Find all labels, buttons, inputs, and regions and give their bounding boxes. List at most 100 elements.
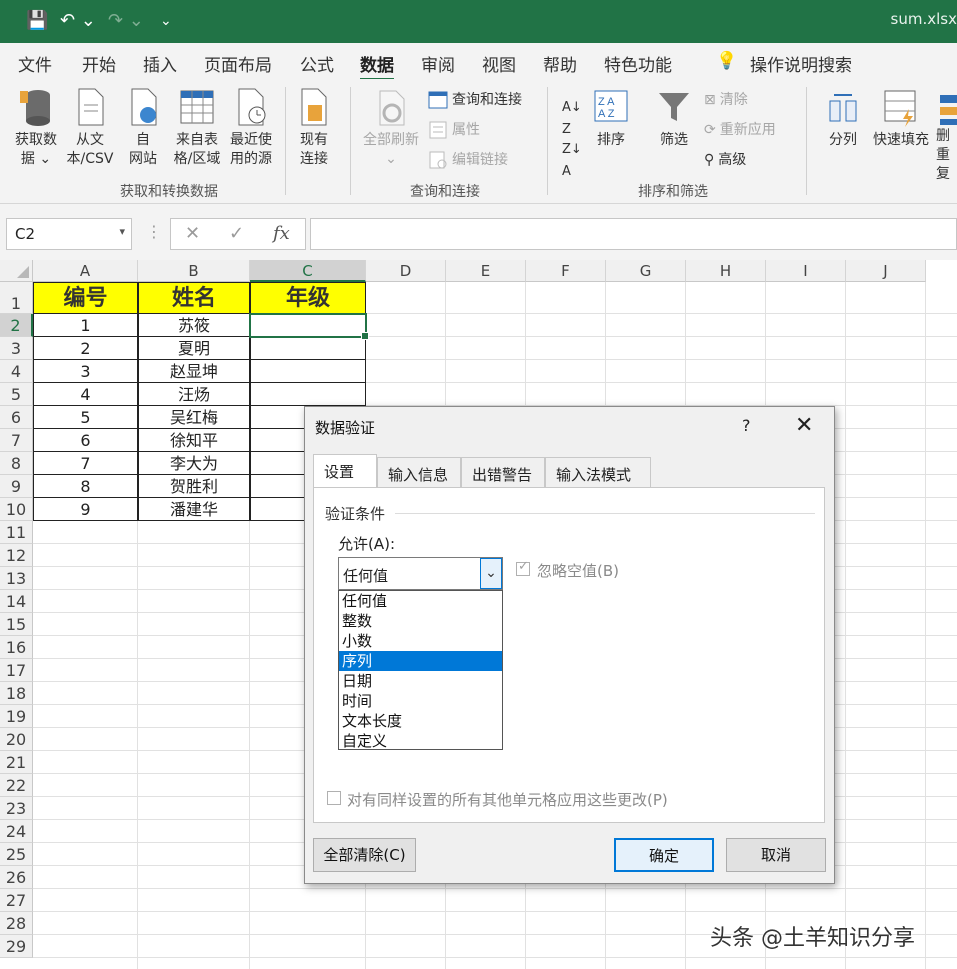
redo-icon[interactable]: ↷ ⌄ [108,10,144,32]
row-header-10[interactable]: 10 [0,498,33,521]
row-header-1[interactable]: 1 [0,282,33,314]
row-header-12[interactable]: 12 [0,544,33,567]
undo-icon[interactable]: ↶ ⌄ [60,10,96,32]
option-any-value[interactable]: 任何值 [339,591,502,611]
flash-fill-button[interactable]: 快速填充 [868,87,934,150]
table-cell[interactable]: 1 [33,314,138,337]
row-header-14[interactable]: 14 [0,590,33,613]
column-header-b[interactable]: B [138,260,250,282]
row-header-4[interactable]: 4 [0,360,33,383]
tell-me-search[interactable]: 操作说明搜索 [750,51,852,76]
from-csv-button[interactable]: 从文 本/CSV [62,87,118,169]
row-header-3[interactable]: 3 [0,337,33,360]
row-header-7[interactable]: 7 [0,429,33,452]
filter-button[interactable]: 筛选 [652,87,696,150]
active-cell-outline[interactable] [249,313,369,340]
row-header-15[interactable]: 15 [0,613,33,636]
recent-sources-button[interactable]: 最近使 用的源 [226,87,276,169]
row-header-9[interactable]: 9 [0,475,33,498]
table-cell[interactable]: 李大为 [138,452,250,475]
row-header-29[interactable]: 29 [0,935,33,958]
header-cell[interactable]: 姓名 [138,282,250,314]
tab-file[interactable]: 文件 [18,51,52,76]
tab-view[interactable]: 视图 [482,51,516,76]
edit-links-button[interactable]: 编辑链接 [428,149,508,171]
table-cell[interactable]: 4 [33,383,138,406]
tab-formulas[interactable]: 公式 [300,51,334,76]
row-header-22[interactable]: 22 [0,774,33,797]
table-cell[interactable]: 6 [33,429,138,452]
close-button[interactable]: ✕ [795,413,813,438]
clear-all-button[interactable]: 全部清除(C) [313,838,416,872]
table-cell[interactable]: 8 [33,475,138,498]
allow-select[interactable]: 任何值 ⌄ [338,557,503,590]
table-cell[interactable] [250,360,366,383]
tab-help[interactable]: 帮助 [543,51,577,76]
tab-page-layout[interactable]: 页面布局 [204,51,272,76]
row-header-18[interactable]: 18 [0,682,33,705]
existing-connections-button[interactable]: 现有 连接 [292,87,336,169]
row-header-21[interactable]: 21 [0,751,33,774]
header-cell[interactable]: 编号 [33,282,138,314]
save-icon[interactable]: 💾 [26,10,48,32]
sort-desc-button[interactable]: Z↓ A [562,139,582,179]
table-cell[interactable]: 汪炀 [138,383,250,406]
row-header-23[interactable]: 23 [0,797,33,820]
row-header-2[interactable]: 2 [0,314,33,337]
table-cell[interactable]: 夏明 [138,337,250,360]
tab-special[interactable]: 特色功能 [604,51,672,76]
column-header-i[interactable]: I [766,260,846,282]
table-cell[interactable]: 2 [33,337,138,360]
customize-toolbar-icon[interactable]: ⌄ [160,10,172,32]
apply-all-checkbox[interactable] [327,791,341,805]
table-cell[interactable]: 赵显坤 [138,360,250,383]
header-cell[interactable]: 年级 [250,282,366,314]
chevron-down-icon[interactable]: ⌄ [480,558,502,589]
enter-icon[interactable]: ✓ [229,223,244,244]
column-header-j[interactable]: J [846,260,926,282]
get-data-button[interactable]: 获取数据 ⌄ [8,87,64,169]
tab-home[interactable]: 开始 [82,51,116,76]
row-header-11[interactable]: 11 [0,521,33,544]
row-header-16[interactable]: 16 [0,636,33,659]
option-list[interactable]: 序列 [339,651,502,671]
option-whole-number[interactable]: 整数 [339,611,502,631]
column-header-g[interactable]: G [606,260,686,282]
column-header-c[interactable]: C [250,260,366,282]
refresh-all-button[interactable]: 全部刷新 ⌄ [358,87,424,169]
queries-connections-button[interactable]: 查询和连接 [428,89,522,111]
advanced-button[interactable]: ⚲ 高级 [704,149,746,171]
name-box[interactable]: C2 ▾ [6,218,132,250]
table-cell[interactable]: 潘建华 [138,498,250,521]
row-header-8[interactable]: 8 [0,452,33,475]
tab-review[interactable]: 审阅 [421,51,455,76]
tab-insert[interactable]: 插入 [143,51,177,76]
row-header-24[interactable]: 24 [0,820,33,843]
from-table-button[interactable]: 来自表 格/区域 [170,87,224,169]
column-header-d[interactable]: D [366,260,446,282]
row-header-20[interactable]: 20 [0,728,33,751]
insert-function-icon[interactable]: fx [273,223,290,244]
sort-button[interactable]: Z AA Z 排序 [590,87,632,150]
row-header-27[interactable]: 27 [0,889,33,912]
table-cell[interactable]: 5 [33,406,138,429]
option-custom[interactable]: 自定义 [339,731,502,751]
table-cell[interactable]: 7 [33,452,138,475]
option-text-length[interactable]: 文本长度 [339,711,502,731]
text-to-columns-button[interactable]: 分列 [822,87,864,150]
remove-duplicates-button[interactable]: 删重复 [936,87,957,184]
clear-button[interactable]: ⊠ 清除 [704,89,748,111]
tab-settings[interactable]: 设置 [313,454,377,488]
option-date[interactable]: 日期 [339,671,502,691]
tab-ime-mode[interactable]: 输入法模式 [545,457,651,487]
ignore-blank-checkbox[interactable] [516,559,530,576]
column-header-h[interactable]: H [686,260,766,282]
sort-asc-button[interactable]: A↓ Z [562,97,582,137]
help-button[interactable]: ? [742,416,751,435]
select-all-button[interactable] [0,260,33,282]
option-time[interactable]: 时间 [339,691,502,711]
column-header-a[interactable]: A [33,260,138,282]
table-cell[interactable]: 吴红梅 [138,406,250,429]
option-decimal[interactable]: 小数 [339,631,502,651]
tab-data[interactable]: 数据 [360,51,394,81]
